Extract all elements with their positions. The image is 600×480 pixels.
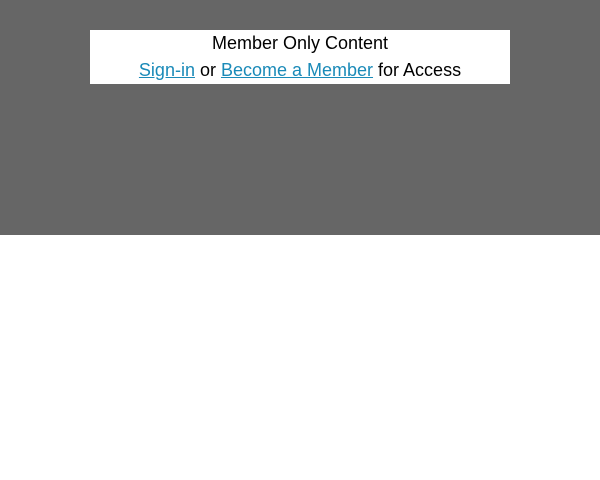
- for-access-text: for Access: [373, 60, 462, 80]
- page-body: [0, 235, 600, 480]
- become-member-link[interactable]: Become a Member: [221, 60, 373, 80]
- content-overlay: Member Only Content Sign-in or Become a …: [0, 0, 600, 235]
- member-only-notice: Member Only Content Sign-in or Become a …: [90, 30, 510, 84]
- or-text: or: [194, 60, 221, 80]
- notice-title: Member Only Content: [211, 33, 389, 53]
- access-message: Sign-in or Become a Member for Access: [90, 57, 510, 84]
- sign-in-link[interactable]: Sign-in: [139, 60, 195, 80]
